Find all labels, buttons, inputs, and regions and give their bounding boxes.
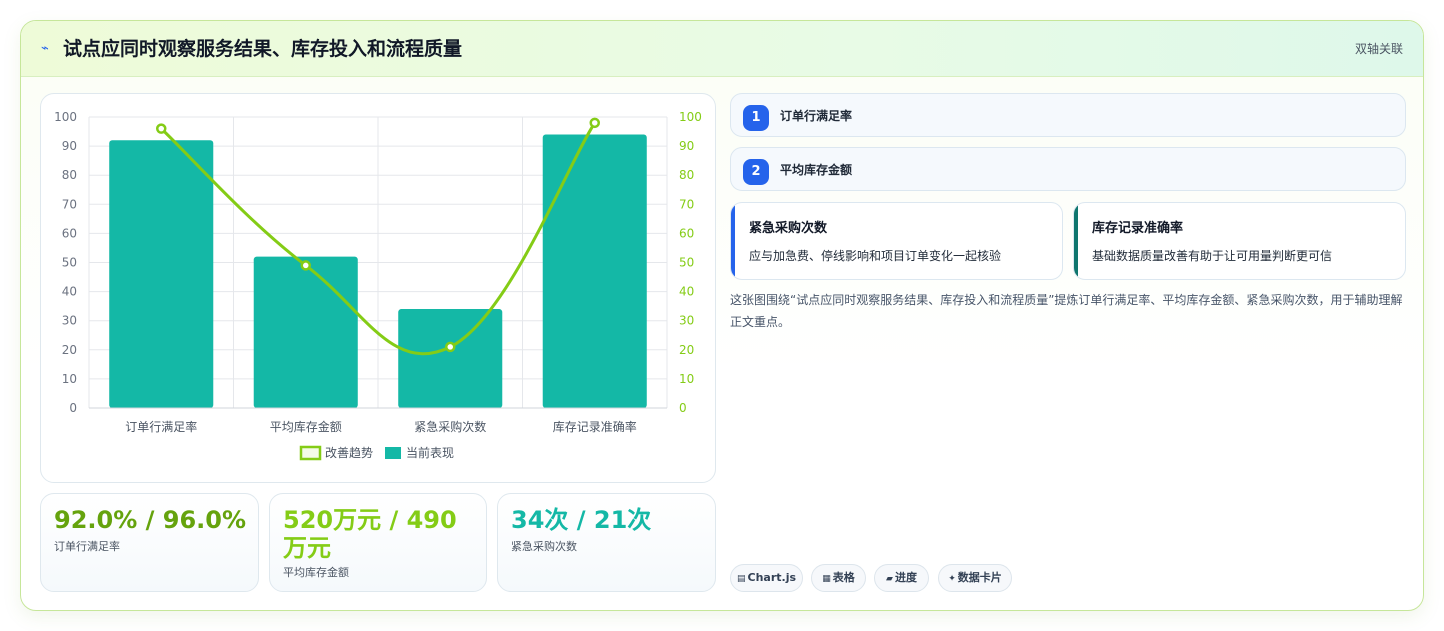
trend-point [300,260,311,271]
pulse-icon: ⌁ [41,41,49,56]
x-tick-label: 库存记录准确率 [553,419,637,434]
tag-progress[interactable]: ▰ 进度 [874,564,929,592]
trend-point [589,117,600,129]
x-tick-label: 紧急采购次数 [414,419,486,434]
y2-tick-label: 80 [679,168,694,182]
bar [398,309,503,408]
y2-tick-label: 20 [679,343,694,357]
table-icon: ▦ [822,574,831,584]
y-tick-label: 90 [62,139,77,153]
y-tick-label: 0 [69,401,77,415]
stat-label: 平均库存金额 [283,566,349,579]
note-desc: 应与加急费、停线影响和项目订单变化一起核验 [749,249,1002,263]
note-desc: 基础数据质量改善有助于让可用量判断更可信 [1092,249,1333,263]
stat-value: 34次 / 21次 [511,506,652,534]
header-tag: 双轴关联 [1354,42,1403,56]
bar [109,140,214,408]
tag-label: Chart.js [747,571,797,584]
y-tick-label: 40 [62,285,77,299]
y-tick-label: 10 [62,372,77,386]
tag-data-card[interactable]: ✦ 数据卡片 [938,564,1012,592]
note-card-accuracy: 库存记录准确率 基础数据质量改善有助于让可用量判断更可信 [1073,202,1406,280]
stat-card-urgent: 34次 / 21次 紧急采购次数 [497,493,716,592]
stat-value: 520万元 / 490万元 [283,506,457,562]
y-tick-label: 30 [62,314,77,328]
page-title: 试点应同时观察服务结果、库存投入和流程质量 [63,38,463,60]
stat-label: 订单行满足率 [54,540,120,553]
chart-panel: 0 0 10 10 20 20 30 30 40 40 50 50 60 60 70 70 80 80 90 90 10… [40,93,716,483]
y-tick-label: 20 [62,343,77,357]
y2-tick-label: 50 [679,256,694,270]
accent-bar [1074,203,1078,279]
tag-label: 进度 [894,571,917,584]
y2-tick-label: 30 [679,314,694,328]
metric-item-2: 2 平均库存金额 [730,147,1406,191]
note-title: 库存记录准确率 [1092,221,1184,236]
y-tick-label: 100 [54,110,77,124]
stat-label: 紧急采购次数 [511,540,577,553]
progress-icon: ▰ [886,574,893,584]
metric-label: 订单行满足率 [780,109,853,123]
y2-tick-label: 70 [679,197,694,211]
stat-card-fill-rate: 92.0% / 96.0% 订单行满足率 [40,493,259,592]
x-tick-label: 平均库存金额 [270,419,342,434]
x-tick-label: 订单行满足率 [125,419,197,434]
accent-bar [731,203,735,279]
y2-tick-label: 0 [679,401,687,415]
y-tick-label: 60 [62,226,77,240]
y-tick-label: 80 [62,168,77,182]
stat-value: 92.0% / 96.0% [54,506,246,534]
trend-point [156,123,167,134]
stat-card-inventory: 520万元 / 490万元 平均库存金额 [269,493,487,592]
y2-tick-label: 10 [679,372,694,386]
sparkle-icon: ✦ [948,574,956,584]
y-tick-label: 70 [62,197,77,211]
tag-label: 表格 [832,571,855,584]
bar [542,134,647,408]
trend-point [445,341,456,353]
legend-label: 当前表现 [406,445,454,460]
card-header: ⌁ 试点应同时观察服务结果、库存投入和流程质量 双轴关联 [21,21,1423,77]
tag-chartjs[interactable]: ▤ Chart.js [730,564,803,592]
note-card-urgent: 紧急采购次数 应与加急费、停线影响和项目订单变化一起核验 [730,202,1063,280]
combo-chart: 0 0 10 10 20 20 30 30 40 40 50 50 60 60 70 70 80 80 90 90 10… [54,110,702,461]
tag-table[interactable]: ▦ 表格 [811,564,866,592]
chart-icon: ▤ [736,574,746,584]
y-tick-label: 50 [62,256,77,270]
note-title: 紧急采购次数 [749,221,828,236]
legend-label: 改善趋势 [325,445,373,460]
legend-swatch-bar [385,447,401,459]
legend-swatch-line [299,445,322,461]
tag-label: 数据卡片 [957,571,1002,584]
number-badge: 1 [743,105,769,131]
y2-tick-label: 60 [679,226,694,240]
y2-tick-label: 90 [679,139,694,153]
y2-tick-label: 100 [679,110,702,124]
number-badge: 2 [743,159,769,185]
y2-tick-label: 40 [679,285,694,299]
metric-item-1: 1 订单行满足率 [730,93,1406,137]
main-card: ⌁ 试点应同时观察服务结果、库存投入和流程质量 双轴关联 0 0 10 10 20 20 3… [20,20,1424,611]
bar [253,256,358,408]
metric-label: 平均库存金额 [780,163,853,177]
summary-text: 这张图围绕“试点应同时观察服务结果、库存投入和流程质量”提炼订单行满足率、平均库… [730,293,1403,329]
